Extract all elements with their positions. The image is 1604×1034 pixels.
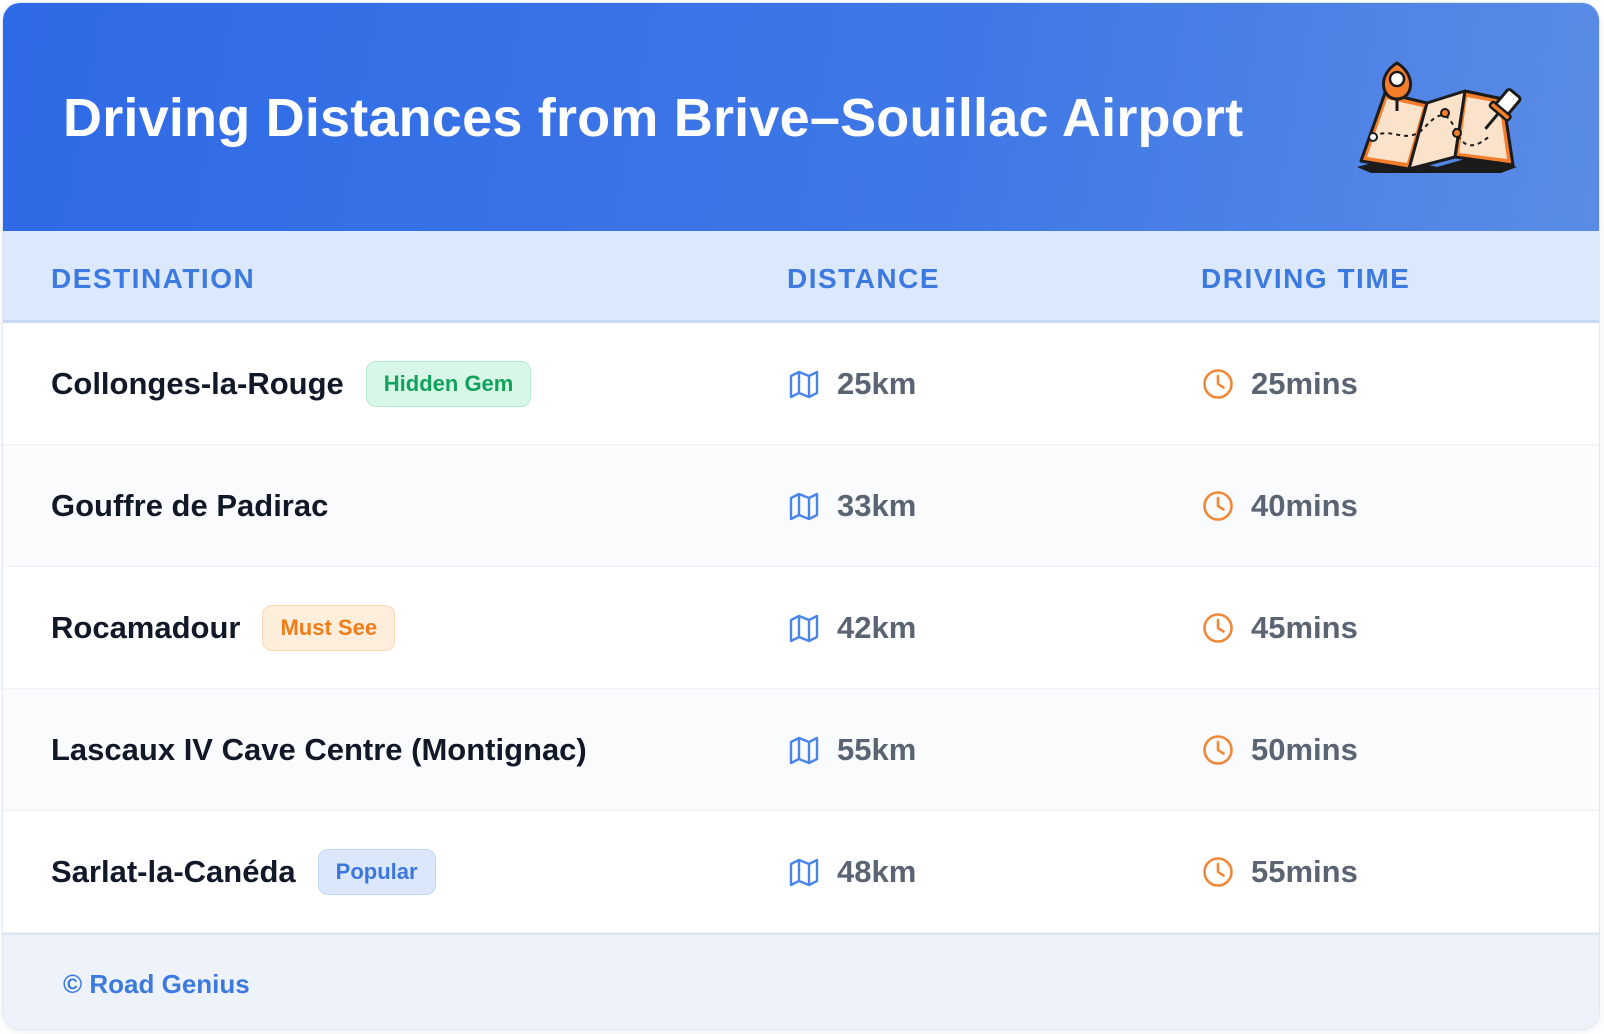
destination-name: Gouffre de Padirac — [51, 487, 329, 523]
destination-cell: Sarlat-la-Canéda Popular — [51, 811, 436, 932]
distances-card: Driving Distances from Brive–Souillac Ai… — [2, 2, 1600, 1030]
column-header-destination: DESTINATION — [51, 263, 256, 294]
driving-time-value: 50mins — [1251, 731, 1358, 767]
table-row: Sarlat-la-Canéda Popular 48km 55mins — [3, 811, 1599, 933]
time-cell: 55mins — [1201, 811, 1358, 932]
table-header: DESTINATION DISTANCE DRIVING TIME — [3, 231, 1599, 323]
driving-time-value: 40mins — [1251, 487, 1358, 523]
destination-cell: Gouffre de Padirac — [51, 445, 328, 566]
map-with-pin-icon — [1357, 61, 1522, 173]
table-row: Lascaux IV Cave Centre (Montignac) 55km 50… — [3, 689, 1599, 811]
clock-icon — [1201, 489, 1235, 523]
clock-icon — [1201, 733, 1235, 767]
map-icon — [787, 855, 821, 889]
destination-name: Lascaux IV Cave Centre (Montignac) — [51, 731, 587, 767]
distance-value: 55km — [837, 731, 917, 767]
driving-time-value: 45mins — [1251, 609, 1358, 645]
table-row: Rocamadour Must See 42km 45mins — [3, 567, 1599, 689]
status-badge: Must See — [262, 604, 396, 651]
distance-value: 25km — [837, 365, 917, 401]
driving-time-value: 55mins — [1251, 853, 1358, 889]
table-row: Collonges-la-Rouge Hidden Gem 25km 25mins — [3, 323, 1599, 445]
status-badge: Hidden Gem — [365, 360, 532, 407]
header-banner: Driving Distances from Brive–Souillac Ai… — [3, 3, 1599, 231]
driving-time-value: 25mins — [1251, 365, 1358, 401]
clock-icon — [1201, 855, 1235, 889]
column-header-distance: DISTANCE — [787, 263, 941, 294]
destination-cell: Collonges-la-Rouge Hidden Gem — [51, 323, 532, 444]
distance-cell: 33km — [787, 445, 916, 566]
time-cell: 50mins — [1201, 689, 1358, 810]
destination-name: Collonges-la-Rouge — [51, 365, 344, 401]
map-icon — [787, 367, 821, 401]
destination-name: Rocamadour — [51, 609, 241, 645]
distance-value: 33km — [837, 487, 917, 523]
clock-icon — [1201, 367, 1235, 401]
distance-value: 48km — [837, 853, 917, 889]
column-header-driving-time: DRIVING TIME — [1201, 263, 1411, 294]
footer-credit: © Road Genius — [63, 969, 250, 999]
map-icon — [787, 733, 821, 767]
footer: © Road Genius — [3, 933, 1599, 1029]
table-row: Gouffre de Padirac 33km 40mins — [3, 445, 1599, 567]
destination-name: Sarlat-la-Canéda — [51, 853, 296, 889]
table-body: Collonges-la-Rouge Hidden Gem 25km 25mins Go… — [3, 323, 1599, 933]
map-icon — [787, 611, 821, 645]
status-badge: Popular — [317, 848, 436, 895]
time-cell: 25mins — [1201, 323, 1358, 444]
distance-cell: 55km — [787, 689, 916, 810]
map-icon — [787, 489, 821, 523]
destination-cell: Lascaux IV Cave Centre (Montignac) — [51, 689, 587, 810]
time-cell: 45mins — [1201, 567, 1358, 688]
clock-icon — [1201, 611, 1235, 645]
page-title: Driving Distances from Brive–Souillac Ai… — [63, 88, 1244, 148]
distance-value: 42km — [837, 609, 917, 645]
time-cell: 40mins — [1201, 445, 1358, 566]
destination-cell: Rocamadour Must See — [51, 567, 396, 688]
distance-cell: 42km — [787, 567, 916, 688]
distance-cell: 48km — [787, 811, 916, 932]
distance-cell: 25km — [787, 323, 916, 444]
